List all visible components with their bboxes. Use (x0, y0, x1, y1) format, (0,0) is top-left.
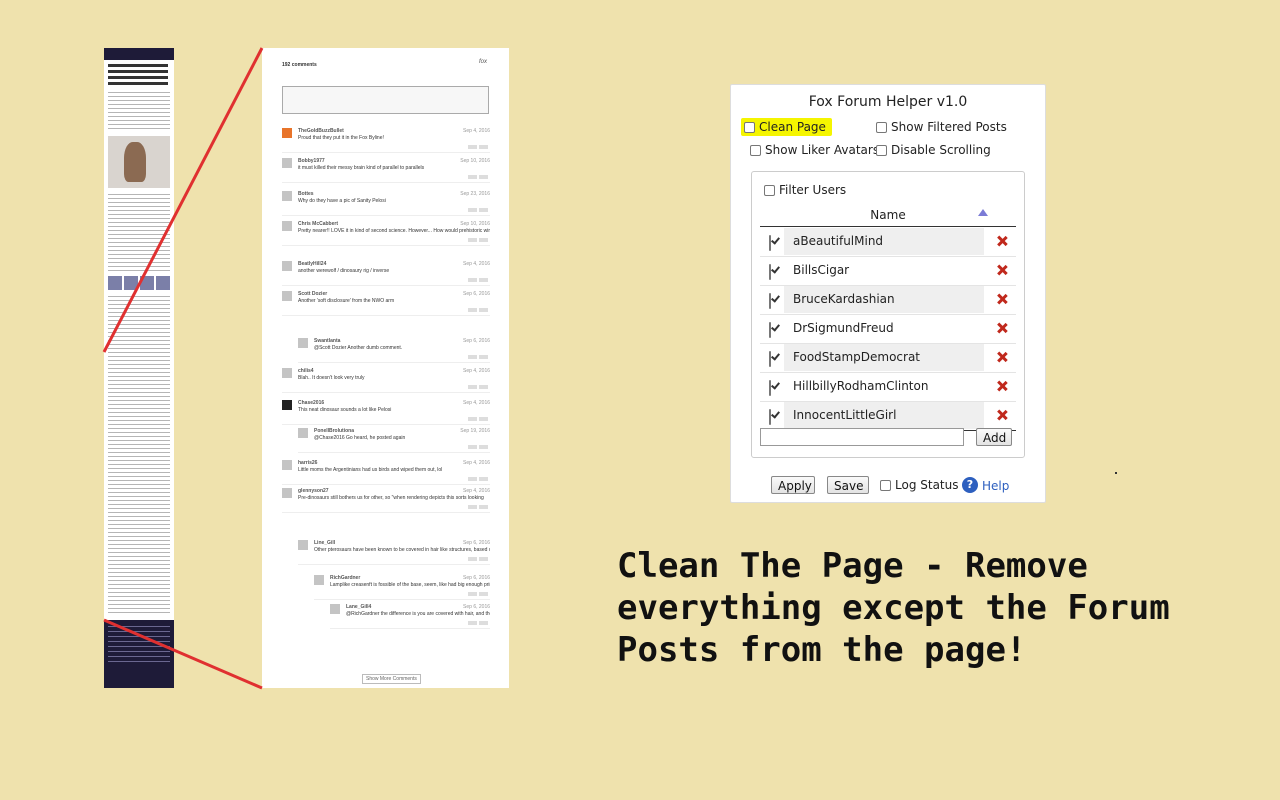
delete-user-icon[interactable] (996, 351, 1008, 363)
filter-users-option[interactable]: Filter Users (764, 183, 846, 197)
clean-page-label: Clean Page (759, 120, 826, 134)
user-name: BillsCigar (793, 263, 850, 277)
show-filtered-posts-option[interactable]: Show Filtered Posts (876, 120, 1007, 134)
show-liker-avatars-label: Show Liker Avatars (765, 143, 880, 157)
user-name: HillbillyRodhamClinton (793, 379, 929, 393)
user-row: FoodStampDemocrat (760, 344, 1016, 373)
popup-title: Fox Forum Helper v1.0 (808, 94, 968, 110)
user-row: DrSigmundFreud (760, 315, 1016, 344)
help-link[interactable]: Help (982, 479, 1009, 493)
connector-line-bottom (103, 618, 263, 690)
filter-users-label: Filter Users (779, 183, 847, 197)
zoom-connector-lines (102, 47, 264, 690)
user-name: BruceKardashian (784, 286, 984, 313)
filter-users-group: Filter Users Name aBeautifulMind BillsCig… (751, 171, 1025, 458)
user-row: InnocentLittleGirl (760, 402, 1016, 431)
log-status-checkbox[interactable] (880, 479, 891, 491)
delete-user-icon[interactable] (996, 322, 1008, 334)
user-row: BruceKardashian (760, 286, 1016, 315)
save-button[interactable]: Save (827, 476, 869, 494)
user-enabled-checkbox[interactable] (769, 264, 771, 280)
clean-page-option[interactable]: Clean Page (741, 118, 832, 136)
extension-popup: Fox Forum Helper v1.0 Clean Page Show Fi… (730, 84, 1046, 503)
show-filtered-posts-checkbox[interactable] (876, 121, 887, 133)
show-liker-avatars-option[interactable]: Show Liker Avatars (750, 143, 879, 157)
disable-scrolling-option[interactable]: Disable Scrolling (876, 143, 991, 157)
disable-scrolling-label: Disable Scrolling (891, 143, 991, 157)
disable-scrolling-checkbox[interactable] (876, 144, 887, 156)
user-list: aBeautifulMind BillsCigar BruceKardashian D… (760, 228, 1016, 431)
user-enabled-checkbox[interactable] (769, 409, 771, 425)
name-column-label: Name (870, 208, 906, 222)
delete-user-icon[interactable] (996, 235, 1008, 247)
user-row: aBeautifulMind (760, 228, 1016, 257)
delete-user-icon[interactable] (996, 380, 1008, 392)
user-name: InnocentLittleGirl (784, 402, 984, 429)
delete-user-icon[interactable] (996, 264, 1008, 276)
filter-users-checkbox[interactable] (764, 184, 775, 196)
user-enabled-checkbox[interactable] (769, 235, 771, 251)
user-enabled-checkbox[interactable] (769, 351, 771, 367)
connector-line-top (102, 47, 264, 353)
promo-caption: Clean The Page - Remove everything excep… (617, 546, 1170, 670)
delete-user-icon[interactable] (996, 293, 1008, 305)
name-column-header[interactable]: Name (760, 208, 1016, 227)
help-icon[interactable]: ? (962, 477, 978, 493)
add-user-input[interactable] (760, 428, 964, 446)
user-name: FoodStampDemocrat (784, 344, 984, 371)
sort-ascending-icon[interactable] (978, 209, 988, 216)
clean-page-checkbox[interactable] (744, 121, 755, 133)
add-user-button[interactable]: Add (976, 428, 1012, 446)
delete-user-icon[interactable] (996, 409, 1008, 421)
user-enabled-checkbox[interactable] (769, 293, 771, 309)
show-liker-avatars-checkbox[interactable] (750, 144, 761, 156)
user-row: HillbillyRodhamClinton (760, 373, 1016, 402)
user-enabled-checkbox[interactable] (769, 380, 771, 396)
log-status-label: Log Status (895, 478, 959, 492)
user-enabled-checkbox[interactable] (769, 322, 771, 338)
stray-dot (1115, 472, 1117, 474)
log-status-option[interactable]: Log Status (880, 478, 959, 492)
user-name: aBeautifulMind (784, 228, 984, 255)
user-row: BillsCigar (760, 257, 1016, 286)
user-name: DrSigmundFreud (793, 321, 894, 335)
apply-button[interactable]: Apply (771, 476, 815, 494)
show-filtered-posts-label: Show Filtered Posts (891, 120, 1007, 134)
